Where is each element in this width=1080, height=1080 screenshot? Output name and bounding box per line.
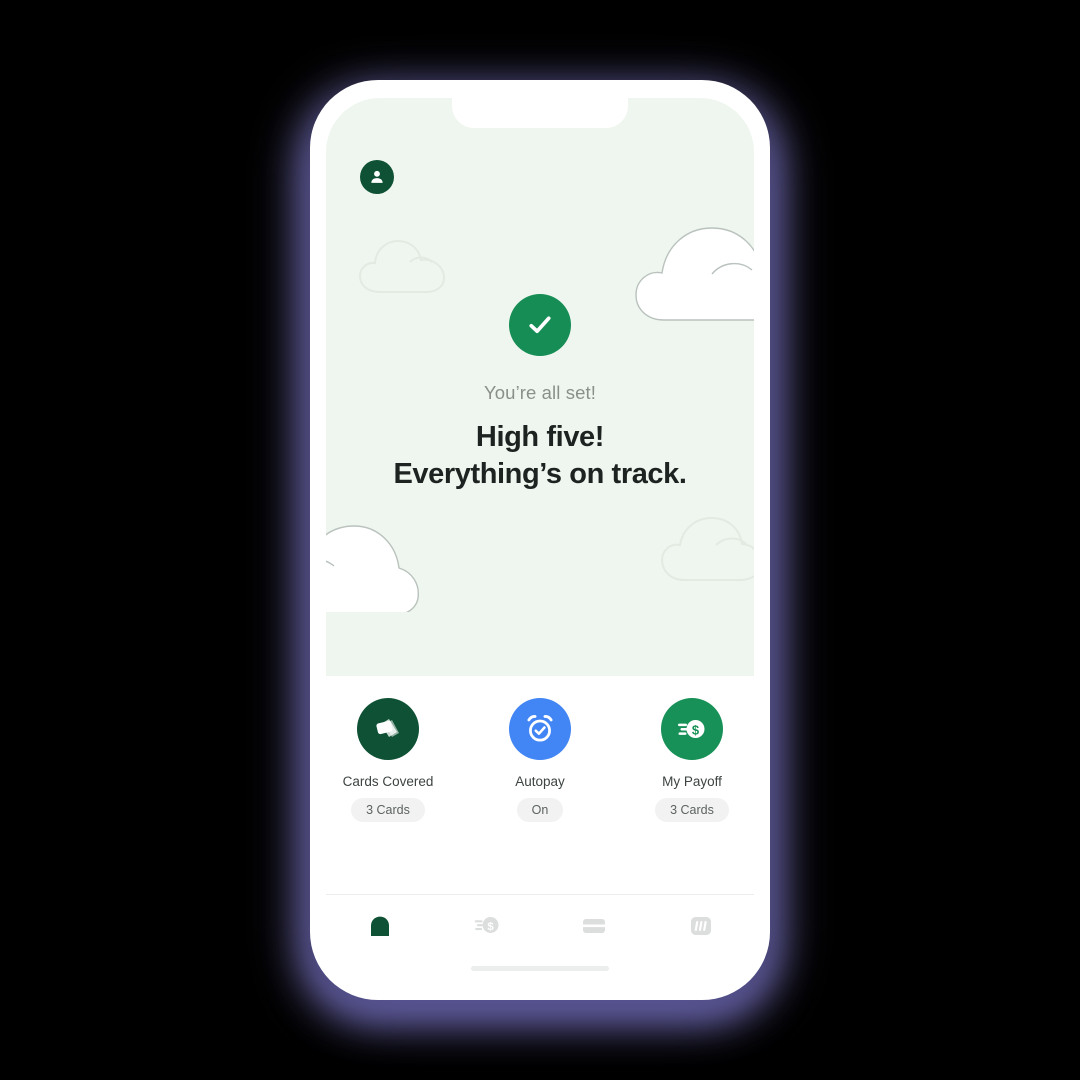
phone-device-frame: You’re all set! High five! Everything’s … [310, 80, 770, 1000]
action-cards-covered[interactable]: Cards Covered 3 Cards [336, 698, 440, 822]
status-check-badge [509, 294, 571, 356]
check-circle-icon [529, 316, 551, 334]
action-label: Autopay [515, 774, 565, 789]
action-label: My Payoff [662, 774, 722, 789]
svg-text:$: $ [487, 921, 494, 933]
cards-covered-icon-circle [357, 698, 419, 760]
quick-actions-row: Cards Covered 3 Cards Autopay On $ My Pa… [326, 698, 754, 822]
autopay-icon-circle [509, 698, 571, 760]
bottom-tab-bar: $ [326, 894, 754, 984]
headline-line-2: Everything’s on track. [393, 457, 687, 490]
credit-card-icon [582, 919, 605, 933]
headline-line-1: High five! [475, 421, 605, 453]
svg-text:$: $ [692, 722, 700, 737]
phone-notch [452, 98, 628, 128]
cloud-outline-top-left-icon [354, 234, 450, 300]
hero-content: You’re all set! High five! Everything’s … [326, 294, 754, 492]
action-autopay[interactable]: Autopay On [488, 698, 592, 822]
tab-offers[interactable] [647, 911, 754, 939]
tab-payoff[interactable]: $ [433, 911, 540, 939]
phone-screen: You’re all set! High five! Everything’s … [326, 98, 754, 984]
action-label: Cards Covered [342, 774, 434, 789]
hero-headline: High five! Everything’s on track. [393, 419, 687, 492]
action-my-payoff[interactable]: $ My Payoff 3 Cards [640, 698, 744, 822]
stacked-cards-icon [376, 719, 399, 737]
hero-eyebrow-text: You’re all set! [484, 382, 596, 403]
my-payoff-icon-circle: $ [661, 698, 723, 760]
tab-cards[interactable] [540, 911, 647, 939]
person-avatar-icon [371, 170, 383, 183]
offers-bars-icon [690, 917, 711, 935]
screenshot-canvas: You’re all set! High five! Everything’s … [0, 0, 1080, 1080]
cloud-outline-bottom-right-icon [656, 510, 754, 590]
home-indicator-bar [471, 966, 609, 971]
fast-dollar-coin-icon: $ [678, 720, 705, 738]
profile-avatar-button[interactable] [360, 160, 394, 194]
tab-home[interactable] [326, 911, 433, 939]
action-value-pill: On [516, 798, 564, 822]
hero-bottom-curve [326, 612, 754, 676]
alarm-clock-check-icon [527, 715, 553, 742]
hero-panel: You’re all set! High five! Everything’s … [326, 98, 754, 676]
fast-dollar-coin-icon: $ [474, 917, 498, 933]
home-icon [370, 916, 389, 936]
action-value-pill: 3 Cards [655, 798, 729, 822]
action-value-pill: 3 Cards [351, 798, 425, 822]
